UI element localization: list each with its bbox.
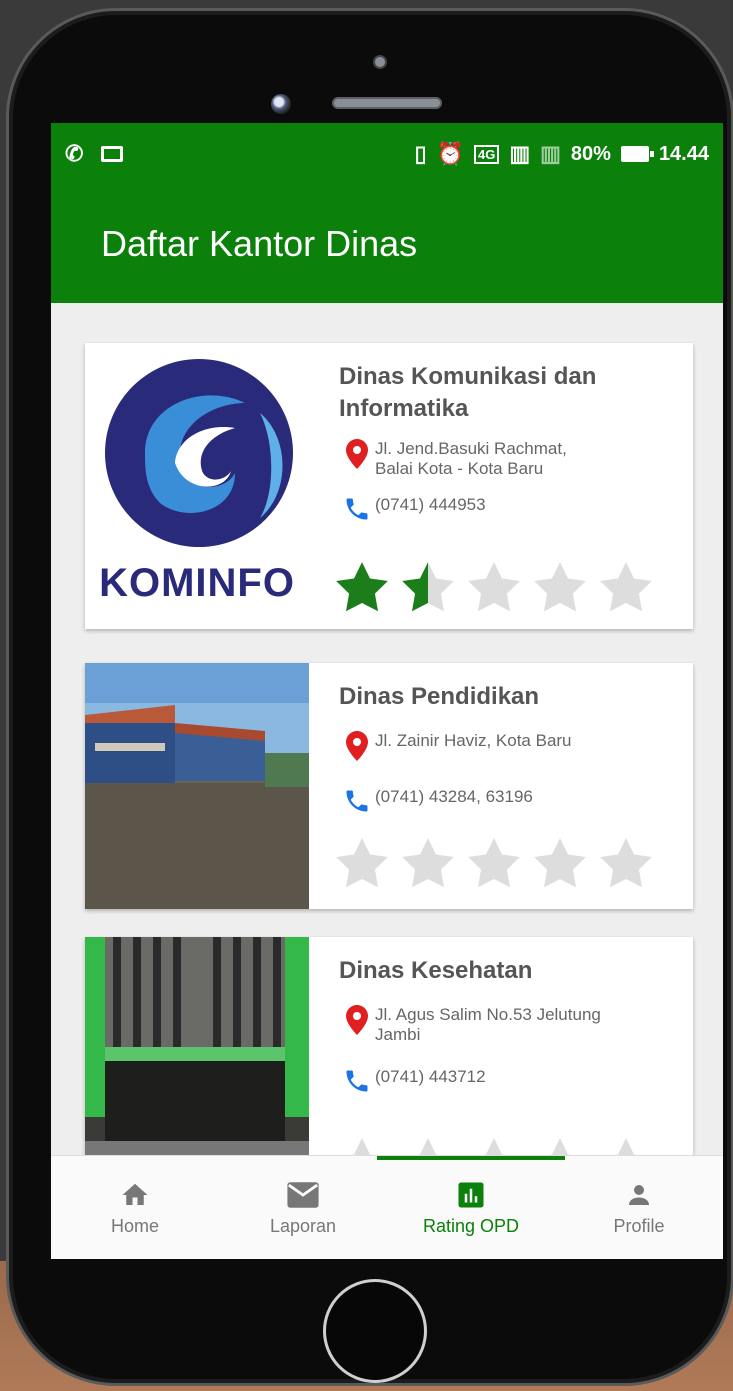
kominfo-logo-text: KOMINFO xyxy=(99,561,295,605)
office-name-line1: Dinas Komunikasi dan xyxy=(339,363,597,390)
office-list: KOMINFO Dinas Komunikasi dan Informatika… xyxy=(51,303,723,1155)
star-icon[interactable] xyxy=(595,833,657,895)
star-icon[interactable] xyxy=(397,557,459,619)
office-name-line2: Informatika xyxy=(339,395,469,422)
star-icon[interactable] xyxy=(397,833,459,895)
rating-stars[interactable] xyxy=(331,557,657,619)
star-icon[interactable] xyxy=(595,557,657,619)
app-bar: Daftar Kantor Dinas xyxy=(51,185,723,303)
office-card-kominfo[interactable]: KOMINFO Dinas Komunikasi dan Informatika… xyxy=(85,343,693,629)
kominfo-logo: KOMINFO xyxy=(85,343,309,629)
app-screen: ✆ ▯ ⏰ 4G ▥ ▥ 80% 14.44 Daftar Kantor Din… xyxy=(51,123,723,1259)
office-card-kesehatan[interactable]: Dinas Kesehatan Jl. Agus Salim No.53 Jel… xyxy=(85,937,693,1155)
star-icon[interactable] xyxy=(529,1133,591,1155)
location-pin-icon xyxy=(339,1005,375,1035)
office-photo xyxy=(85,663,309,909)
whatsapp-icon: ✆ xyxy=(65,141,84,166)
signal-2-icon: ▥ xyxy=(540,141,561,166)
location-pin-icon xyxy=(339,731,375,761)
mail-icon xyxy=(287,1182,319,1208)
star-icon[interactable] xyxy=(331,833,393,895)
star-icon[interactable] xyxy=(463,1133,525,1155)
phone-icon xyxy=(339,495,375,523)
nav-home[interactable]: Home xyxy=(51,1156,219,1259)
battery-icon xyxy=(620,146,654,162)
4g-icon: 4G xyxy=(473,144,500,164)
office-name: Dinas Kesehatan xyxy=(339,957,533,984)
nav-home-label: Home xyxy=(110,1216,159,1236)
star-icon[interactable] xyxy=(331,557,393,619)
rating-stars[interactable] xyxy=(331,833,657,895)
nav-rating-opd[interactable]: Rating OPD xyxy=(377,1156,565,1259)
office-photo xyxy=(85,937,309,1155)
office-name: Dinas Pendidikan xyxy=(339,683,540,710)
location-pin-icon xyxy=(339,439,375,469)
nav-laporan-label: Laporan xyxy=(269,1216,337,1236)
star-icon[interactable] xyxy=(529,833,591,895)
person-icon xyxy=(629,1185,649,1205)
office-phone[interactable]: (0741) 443712 xyxy=(375,1067,486,1087)
image-notification-icon xyxy=(101,146,124,162)
star-icon[interactable] xyxy=(595,1133,657,1155)
address-line2: Jambi xyxy=(375,1025,421,1044)
battery-percent: 80% xyxy=(570,142,611,165)
star-icon[interactable] xyxy=(463,557,525,619)
star-icon[interactable] xyxy=(397,1133,459,1155)
nav-rating-opd-label: Rating OPD xyxy=(422,1216,520,1236)
proximity-sensor xyxy=(373,55,387,69)
signal-icon: ▥ xyxy=(509,141,531,166)
earpiece-speaker xyxy=(332,97,442,109)
alarm-icon: ⏰ xyxy=(436,141,464,166)
office-address: Jl. Zainir Haviz, Kota Baru xyxy=(375,731,572,750)
nav-profile[interactable]: Profile xyxy=(555,1156,723,1259)
office-address: Jl. Jend.Basuki Rachmat, Balai Kota - Ko… xyxy=(375,439,567,479)
nav-laporan[interactable]: Laporan xyxy=(219,1156,387,1259)
address-line1: Jl. Jend.Basuki Rachmat, xyxy=(375,439,567,458)
address-line1: Jl. Agus Salim No.53 Jelutung xyxy=(375,1005,601,1024)
office-address: Jl. Agus Salim No.53 Jelutung Jambi xyxy=(375,1005,601,1045)
star-icon[interactable] xyxy=(463,833,525,895)
phone-icon xyxy=(339,1067,375,1095)
nav-profile-label: Profile xyxy=(613,1216,665,1236)
page-title: Daftar Kantor Dinas xyxy=(101,223,418,264)
rating-stars[interactable] xyxy=(331,1133,657,1155)
office-phone[interactable]: (0741) 43284, 63196 xyxy=(375,787,533,807)
bottom-navigation: Home Laporan Rating OPD Profile xyxy=(51,1155,723,1259)
office-card-pendidikan[interactable]: Dinas Pendidikan Jl. Zainir Haviz, Kota … xyxy=(85,663,693,909)
star-icon[interactable] xyxy=(529,557,591,619)
home-hardware-button[interactable] xyxy=(323,1279,427,1383)
chart-icon xyxy=(458,1182,484,1208)
vibrate-icon: ▯ xyxy=(414,141,427,166)
front-camera xyxy=(271,94,291,114)
phone-icon xyxy=(339,787,375,815)
office-name: Dinas Komunikasi dan Informatika xyxy=(339,361,681,425)
address-line2: Balai Kota - Kota Baru xyxy=(375,459,544,478)
clock: 14.44 xyxy=(658,142,709,165)
home-icon xyxy=(122,1183,148,1205)
star-icon[interactable] xyxy=(331,1133,393,1155)
office-phone[interactable]: (0741) 444953 xyxy=(375,495,486,515)
phone-frame: ✆ ▯ ⏰ 4G ▥ ▥ 80% 14.44 Daftar Kantor Din… xyxy=(6,8,733,1386)
status-bar: ✆ ▯ ⏰ 4G ▥ ▥ 80% 14.44 xyxy=(51,123,723,185)
